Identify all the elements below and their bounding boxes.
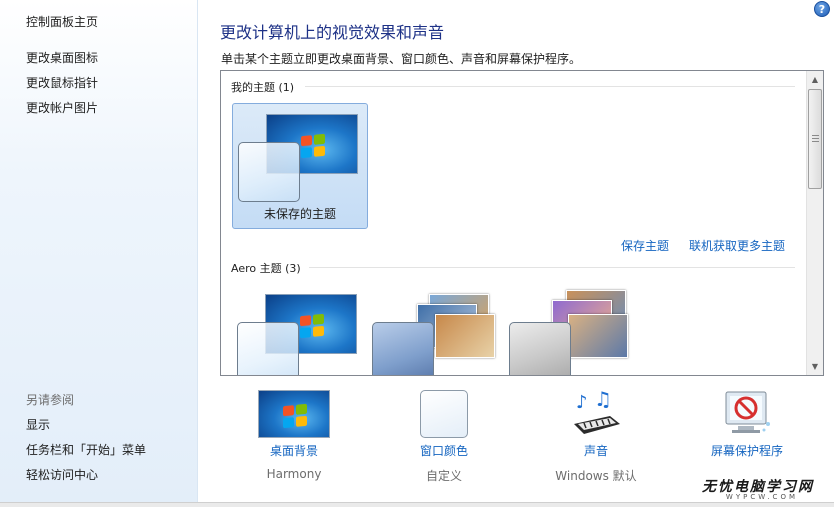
aero-themes-group-header: Aero 主题 (3) [231, 262, 301, 275]
change-account-picture-link[interactable]: 更改帐户图片 [26, 99, 98, 116]
window-color-label: 窗口颜色 [419, 444, 468, 458]
desktop-background-label: 桌面背景 [269, 444, 318, 458]
save-theme-link[interactable]: 保存主题 [621, 237, 669, 254]
svg-text:♫: ♫ [594, 390, 612, 411]
see-also-heading: 另请参阅 [26, 393, 75, 407]
sound-value: Windows 默认 [555, 469, 637, 483]
sound-setting[interactable]: ♪ ♫ 声音 Windows 默认 [526, 387, 666, 484]
screensaver-label: 屏幕保护程序 [710, 444, 783, 458]
watermark-url: WYPCW.COM [725, 493, 798, 501]
taskbar-start-menu-link[interactable]: 任务栏和「开始」菜单 [26, 441, 146, 458]
window-color-swatch [238, 142, 300, 202]
theme-tile-architecture[interactable] [369, 284, 505, 375]
change-desktop-icons-link[interactable]: 更改桌面图标 [26, 49, 98, 66]
windows-logo-icon [300, 313, 324, 339]
scroll-up-icon[interactable]: ▲ [807, 71, 823, 88]
help-icon[interactable]: ? [814, 1, 830, 17]
scrollbar-thumb[interactable] [808, 89, 822, 189]
my-themes-group-header: 我的主题 (1) [231, 81, 295, 94]
desktop-background-setting[interactable]: 桌面背景 Harmony [224, 390, 364, 481]
windows-logo-icon [301, 133, 325, 159]
group-divider [309, 267, 795, 268]
sound-label: 声音 [583, 444, 608, 458]
theme-tile-landscapes[interactable] [506, 284, 642, 375]
slideshow-thumbnail [568, 314, 628, 358]
group-divider [305, 86, 795, 87]
slideshow-thumbnail [435, 314, 495, 358]
windows-logo-icon [283, 403, 307, 429]
screensaver-setting[interactable]: 屏幕保护程序 [677, 390, 817, 467]
window-color-swatch [237, 322, 299, 375]
svg-text:♪: ♪ [576, 392, 588, 413]
control-panel-home-link[interactable]: 控制面板主页 [26, 13, 98, 30]
page-title: 更改计算机上的视觉效果和声音 [220, 23, 445, 42]
theme-tile-unsaved[interactable]: 未保存的主题 [232, 103, 368, 229]
scroll-down-icon[interactable]: ▼ [807, 358, 823, 375]
sound-icon: ♪ ♫ [570, 387, 622, 438]
window-color-setting[interactable]: 窗口颜色 自定义 [374, 390, 514, 484]
screensaver-icon [720, 390, 774, 438]
wallpaper-icon [258, 390, 330, 438]
window-color-swatch [372, 322, 434, 375]
ease-of-access-link[interactable]: 轻松访问中心 [26, 466, 98, 483]
desktop-background-value: Harmony [266, 467, 322, 481]
window-color-swatch [509, 322, 571, 375]
window-color-icon [420, 390, 468, 438]
navigation-pane: 控制面板主页 更改桌面图标 更改鼠标指针 更改帐户图片 另请参阅 显示 任务栏和… [0, 0, 198, 502]
change-mouse-pointer-link[interactable]: 更改鼠标指针 [26, 74, 98, 91]
theme-list[interactable]: 我的主题 (1) 未保存的主题 保存主题 联机获取更多主题 Aero 主题 (3… [220, 70, 824, 376]
theme-tile-label: 未保存的主题 [263, 207, 336, 221]
theme-tile-windows7[interactable] [232, 284, 368, 375]
display-link[interactable]: 显示 [26, 416, 50, 433]
get-more-themes-link[interactable]: 联机获取更多主题 [689, 237, 785, 254]
vertical-scrollbar[interactable]: ▲ ▼ [806, 71, 823, 375]
window-bottom-border [0, 502, 834, 507]
window-color-value: 自定义 [425, 469, 462, 483]
page-subtitle: 单击某个主题立即更改桌面背景、窗口颜色、声音和屏幕保护程序。 [221, 52, 582, 66]
